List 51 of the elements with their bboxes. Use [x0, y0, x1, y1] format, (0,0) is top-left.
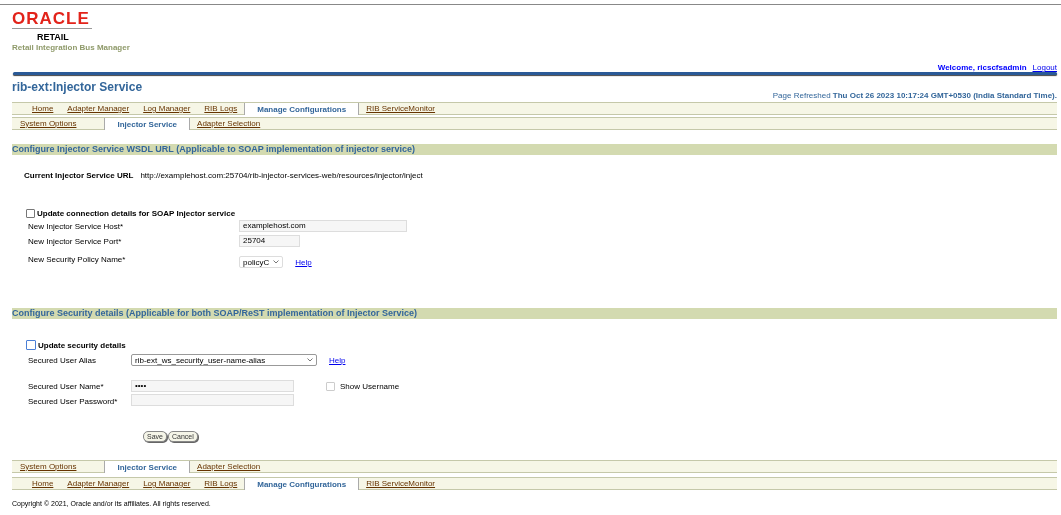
- nav-tab[interactable]: RIB Logs: [197, 478, 245, 489]
- host-field[interactable]: examplehost.com: [239, 220, 407, 232]
- password-field[interactable]: [131, 394, 294, 406]
- nav-tab[interactable]: Adapter Selection: [190, 118, 268, 129]
- nav-tab[interactable]: Adapter Selection: [190, 461, 268, 472]
- checkbox[interactable]: [26, 340, 36, 350]
- username-field[interactable]: ••••: [131, 380, 294, 392]
- url-text: http://examplehost.com:25704/rib-injector-services-web/resources/injector/inject: [140, 171, 423, 180]
- nav-tab[interactable]: Injector Service: [104, 117, 191, 130]
- nav-tab[interactable]: RIB ServiceMonitor: [359, 478, 443, 489]
- nav-tab[interactable]: Adapter Manager: [60, 478, 137, 489]
- field-label: New Security Policy Name*: [28, 254, 127, 264]
- field-label: New Injector Service Host*: [28, 221, 125, 231]
- nav-tab[interactable]: RIB Logs: [197, 103, 245, 114]
- brand-logo: ORACLE: [12, 10, 92, 29]
- checkbox[interactable]: [26, 209, 35, 218]
- checkbox-label: Update security details: [38, 340, 126, 350]
- nav-tab[interactable]: Manage Configurations: [244, 102, 360, 115]
- port-field[interactable]: 25704: [239, 235, 300, 247]
- policy-dropdown[interactable]: policyC: [239, 256, 284, 268]
- section-header: Configure Security details (Applicable for both SOAP/ReST implementation of Injector Service): [12, 308, 1057, 319]
- nav-tab[interactable]: Adapter Manager: [60, 103, 137, 114]
- caret-icon: [307, 358, 313, 362]
- app-subtitle: Retail Integration Bus Manager: [12, 43, 131, 52]
- checkbox-label: Show Username: [340, 381, 400, 391]
- help-link[interactable]: Help: [329, 355, 346, 365]
- nav-tab[interactable]: Home: [12, 103, 61, 114]
- help-link[interactable]: Help: [295, 257, 312, 267]
- field-label: Current Injector Service URL: [24, 171, 134, 180]
- nav-tab[interactable]: Log Manager: [136, 478, 198, 489]
- product-name: RETAIL: [37, 32, 70, 42]
- welcome-text: Welcome, ricscfsadmin: [937, 63, 1027, 72]
- refresh-text: Page Refreshed Thu Oct 26 2023 10:17:24 GMT+0530 (India Standard Time).: [771, 91, 1057, 100]
- alias-dropdown[interactable]: rib-ext_ws_security_user-name-alias: [131, 354, 317, 366]
- field-label: Secured User Name*: [28, 381, 105, 391]
- nav-tab[interactable]: System Options: [12, 461, 105, 472]
- field-label: Secured User Password*: [28, 396, 119, 406]
- nav-tab[interactable]: Injector Service: [104, 460, 191, 473]
- checkbox[interactable]: [326, 381, 335, 391]
- section-header: Configure Injector Service WSDL URL (Applicable to SOAP implementation of injector service): [12, 144, 1057, 155]
- nav-tab[interactable]: Home: [12, 478, 61, 489]
- logout-link[interactable]: Logout: [1032, 63, 1057, 72]
- nav-tab[interactable]: RIB ServiceMonitor: [359, 103, 443, 114]
- field-label: Secured User Alias: [28, 355, 98, 365]
- nav-tab[interactable]: Log Manager: [136, 103, 198, 114]
- nav-tab[interactable]: Manage Configurations: [244, 477, 360, 490]
- field-label: New Injector Service Port*: [28, 236, 123, 246]
- nav-tab[interactable]: System Options: [12, 118, 105, 129]
- caret-icon: [273, 260, 280, 264]
- page-title: rib-ext:Injector Service: [12, 80, 144, 94]
- checkbox-label: Update connection details for SOAP Injector service: [37, 209, 236, 218]
